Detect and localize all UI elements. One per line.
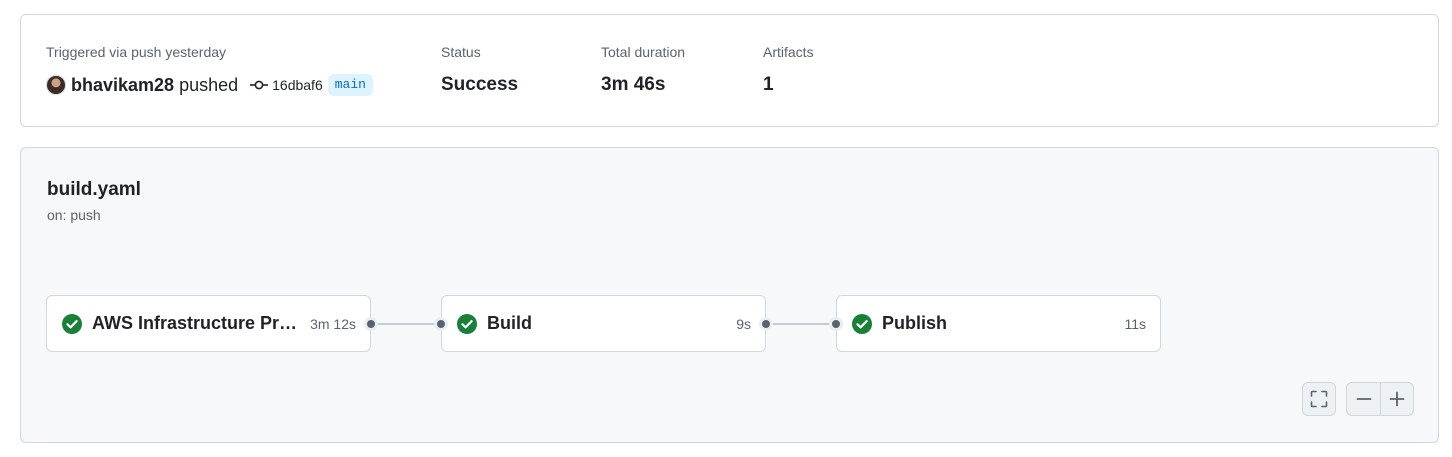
job-name: Build xyxy=(487,313,532,333)
workflow-graph: build.yaml on: push AWS Infrastructure P… xyxy=(20,147,1439,443)
check-circle-icon xyxy=(852,313,872,334)
trigger-row: bhavikam28 pushed 16dbaf6 main xyxy=(46,73,373,97)
artifacts-value[interactable]: 1 xyxy=(763,74,814,96)
branch-badge[interactable]: main xyxy=(327,74,373,96)
job-publish[interactable]: Publish 11s xyxy=(836,295,1161,352)
workflow-name: build.yaml xyxy=(47,179,141,200)
commit-icon xyxy=(250,79,269,91)
fullscreen-button[interactable] xyxy=(1302,382,1336,416)
fullscreen-icon xyxy=(1310,390,1328,408)
status-info: Status Success xyxy=(441,44,518,96)
status-label: Status xyxy=(441,44,481,60)
job-duration: 9s xyxy=(736,315,751,332)
workflow-trigger: on: push xyxy=(47,207,101,223)
zoom-out-icon xyxy=(1356,398,1371,400)
job-duration: 11s xyxy=(1124,315,1146,332)
zoom-in-icon xyxy=(1389,391,1405,407)
avatar[interactable] xyxy=(46,75,66,95)
check-circle-icon xyxy=(457,313,477,334)
job-duration: 3m 12s xyxy=(310,315,356,332)
job-output-port xyxy=(364,317,378,331)
job-input-port xyxy=(829,317,843,331)
job-aws-infrastructure[interactable]: AWS Infrastructure Provisioning 3m 12s xyxy=(46,295,371,352)
artifacts-label: Artifacts xyxy=(763,44,814,60)
job-name: AWS Infrastructure Provisioning xyxy=(92,313,304,333)
commit-sha-link[interactable]: 16dbaf6 xyxy=(272,77,323,93)
trigger-info: Triggered via push yesterday bhavikam28 … xyxy=(46,44,373,97)
run-summary: Triggered via push yesterday bhavikam28 … xyxy=(20,14,1439,127)
job-name: Publish xyxy=(882,313,948,333)
zoom-in-button[interactable] xyxy=(1380,382,1414,416)
job-input-port xyxy=(434,317,448,331)
status-value: Success xyxy=(441,74,519,95)
artifacts-info: Artifacts 1 xyxy=(763,44,814,96)
action-text: pushed xyxy=(179,74,239,95)
job-connector xyxy=(765,323,837,325)
check-circle-icon xyxy=(62,313,82,334)
trigger-label: Triggered via push yesterday xyxy=(46,44,227,60)
job-connector xyxy=(370,323,442,325)
actor-link[interactable]: bhavikam28 xyxy=(71,75,174,96)
job-build[interactable]: Build 9s xyxy=(441,295,766,352)
duration-info: Total duration 3m 46s xyxy=(601,44,685,96)
duration-label: Total duration xyxy=(601,44,686,60)
zoom-out-button[interactable] xyxy=(1346,382,1381,416)
duration-value: 3m 46s xyxy=(601,74,666,95)
job-output-port xyxy=(759,317,773,331)
